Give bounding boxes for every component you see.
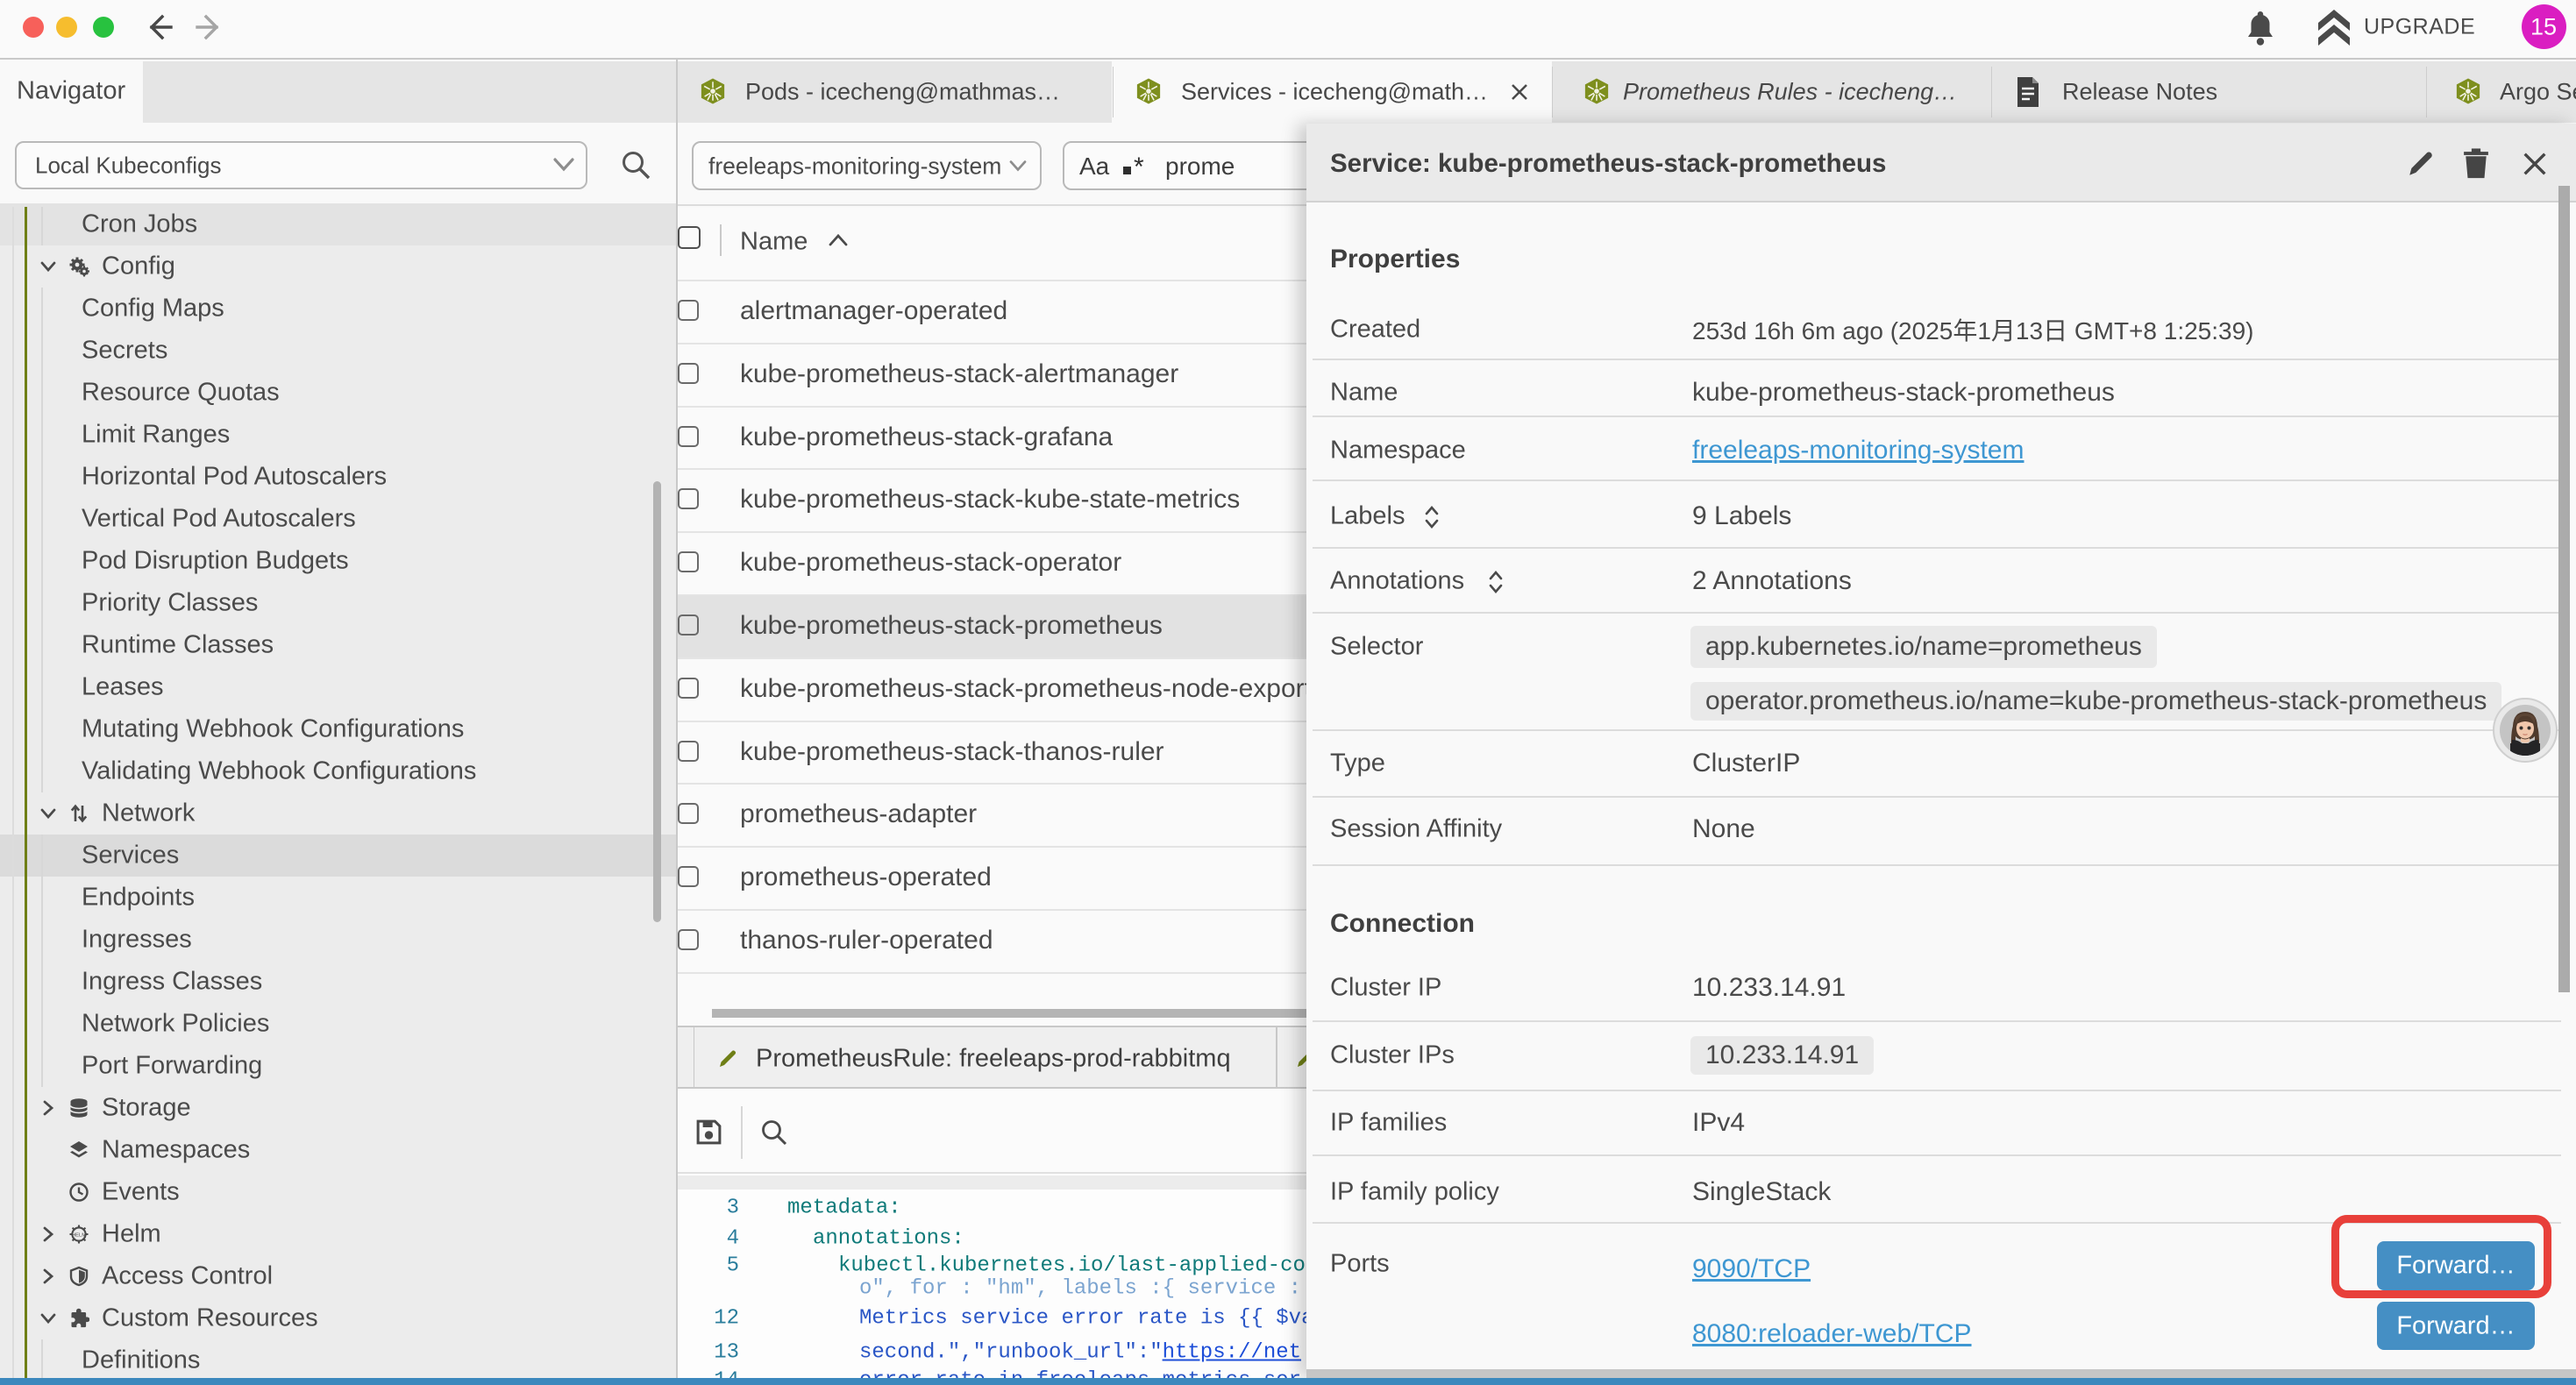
svg-text:*: *: [1134, 153, 1144, 179]
svg-text:HELM: HELM: [72, 1232, 86, 1238]
